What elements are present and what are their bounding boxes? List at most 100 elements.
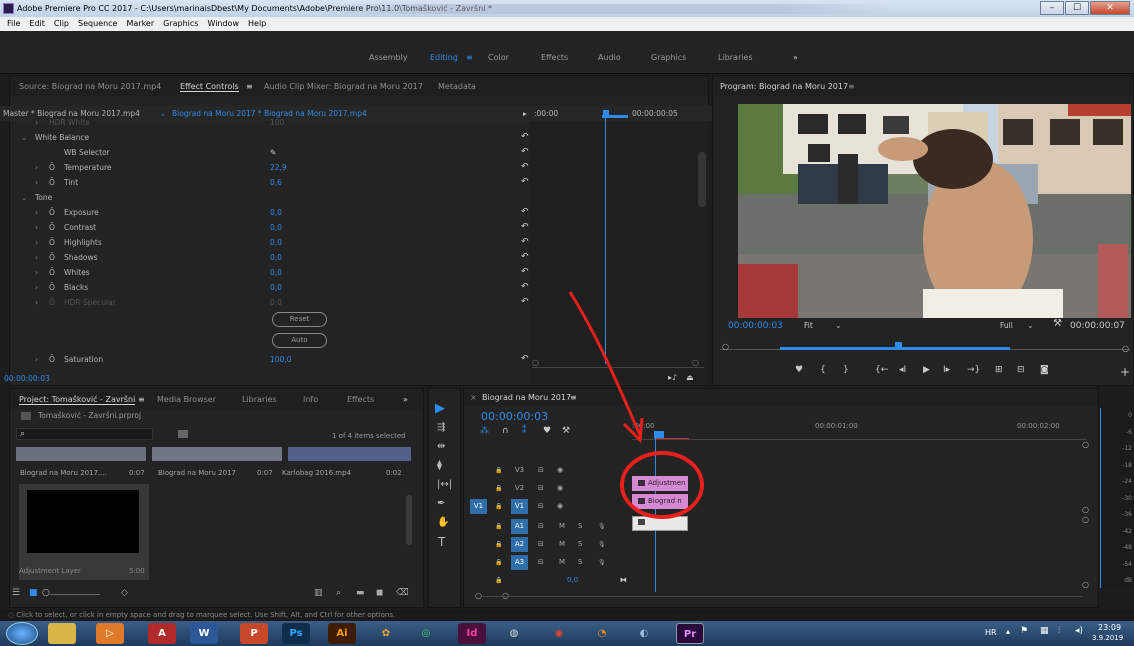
clock-time[interactable]: 23:09 — [1098, 623, 1121, 632]
ec-playhead-icon[interactable] — [603, 110, 609, 116]
expand-chevron-icon[interactable]: › — [35, 280, 38, 295]
master-volume-value[interactable]: 0,0 — [567, 573, 578, 588]
voiceover-record-icon[interactable]: 🎙 — [598, 537, 606, 552]
new-bin-icon[interactable]: ▬ — [356, 588, 365, 598]
sync-lock-icon[interactable]: ⊟ — [538, 519, 544, 534]
bridge-icon[interactable]: ✿ — [372, 623, 400, 644]
project-item-name[interactable]: Biograd na Moru 2017.... — [20, 469, 107, 477]
refresh-app-icon[interactable]: ◎ — [412, 623, 440, 644]
program-video-frame[interactable] — [738, 104, 1131, 318]
add-button-icon[interactable]: + — [1120, 365, 1130, 379]
effect-row-value[interactable]: 0,0 — [270, 295, 282, 310]
nest-toggle-icon[interactable]: ⁂ — [480, 426, 489, 436]
workspace-color[interactable]: Color — [488, 53, 509, 62]
close-button[interactable]: ✕ — [1090, 1, 1130, 15]
lift-icon[interactable]: ⊞ — [995, 365, 1003, 375]
ec-scrollbar[interactable] — [698, 152, 706, 207]
maximize-button[interactable]: ☐ — [1065, 1, 1089, 15]
audio-vscroll-icon[interactable]: ○ — [1082, 580, 1089, 589]
project-item-name[interactable]: Karlobag 2016.mp4 — [282, 469, 351, 477]
sync-lock-icon[interactable]: ⊟ — [538, 555, 544, 570]
extract-icon[interactable]: ⊟ — [1017, 365, 1025, 375]
automate-to-sequence-icon[interactable]: ▥ — [314, 588, 323, 598]
stopwatch-icon[interactable]: Ō — [49, 352, 55, 367]
workspace-graphics[interactable]: Graphics — [651, 53, 686, 62]
photoshop-icon[interactable]: Ps — [282, 623, 310, 644]
camera-icon[interactable]: ◙ — [1040, 365, 1049, 375]
volume-icon[interactable]: ◂) — [1075, 626, 1083, 636]
add-marker-icon[interactable]: ♥ — [795, 365, 803, 375]
workspace-libraries[interactable]: Libraries — [718, 53, 753, 62]
access-icon[interactable]: A — [148, 623, 176, 644]
sequence-tab[interactable]: Biograd na Moru 2017 — [482, 393, 571, 402]
expand-chevron-icon[interactable]: › — [35, 205, 38, 220]
auto-button[interactable]: Auto — [272, 333, 327, 348]
clip-thumbnail[interactable] — [152, 447, 282, 461]
tab-audio-clip-mixer[interactable]: Audio Clip Mixer: Biograd na Moru 2017 — [264, 82, 423, 91]
solo-track-icon[interactable]: S — [578, 555, 582, 570]
voiceover-record-icon[interactable]: 🎙 — [598, 519, 606, 534]
expand-chevron-icon[interactable]: › — [35, 115, 38, 130]
menu-clip[interactable]: Clip — [54, 17, 69, 31]
lock-track-icon[interactable]: 🔒 — [495, 463, 502, 478]
stopwatch-icon[interactable]: Ō — [49, 265, 55, 280]
program-time-ruler[interactable]: ○ ○ — [720, 342, 1130, 353]
ec-zoom-start-icon[interactable]: ○ — [532, 358, 539, 367]
track-select-tool-icon[interactable]: ⇶ — [437, 422, 445, 433]
reset-parameter-icon[interactable]: ↶ — [521, 145, 529, 160]
effect-row-value[interactable]: 100 — [270, 115, 284, 130]
timeline-zoom-start-icon[interactable]: ○ — [475, 591, 482, 600]
sync-lock-icon[interactable]: ⊟ — [538, 463, 544, 478]
play-icon[interactable]: ▶ — [923, 365, 930, 375]
hand-tool-icon[interactable]: ✋ — [437, 517, 449, 528]
clip-thumbnail[interactable] — [288, 447, 411, 461]
program-menu-icon[interactable]: ≡ — [848, 82, 855, 91]
add-marker-icon[interactable]: ♥ — [543, 426, 551, 436]
project-menu-icon[interactable]: ≡ — [138, 395, 145, 404]
zoom-slider-track[interactable] — [50, 594, 100, 595]
media-player-icon[interactable]: ▷ — [96, 623, 124, 644]
expand-chevron-icon[interactable]: › — [35, 295, 38, 310]
tab-project[interactable]: Project: Tomašković - Završni — [19, 395, 136, 405]
mute-track-icon[interactable]: M — [559, 519, 565, 534]
voiceover-record-icon[interactable]: 🎙 — [598, 555, 606, 570]
reset-parameter-icon[interactable]: ↶ — [521, 220, 529, 235]
show-hidden-icons-icon[interactable]: ▴ — [1006, 627, 1010, 636]
tab-libraries[interactable]: Libraries — [242, 395, 277, 404]
linked-selection-icon[interactable]: ⁑ — [522, 426, 527, 436]
expand-chevron-icon[interactable]: › — [35, 265, 38, 280]
trash-icon[interactable]: ⌫ — [396, 588, 409, 598]
lock-track-icon[interactable]: 🔒 — [495, 555, 502, 570]
chevron-down-icon[interactable]: ⌄ — [21, 130, 27, 145]
reset-parameter-icon[interactable]: ↶ — [521, 235, 529, 250]
snap-icon[interactable]: ∩ — [502, 426, 509, 436]
list-view-icon[interactable]: ☰ — [12, 588, 20, 598]
menu-marker[interactable]: Marker — [126, 17, 154, 31]
timeline-vscroll-top-icon[interactable]: ○ — [1082, 440, 1089, 449]
stopwatch-icon[interactable]: Ō — [49, 250, 55, 265]
menu-help[interactable]: Help — [248, 17, 266, 31]
reset-parameter-icon[interactable]: ↶ — [521, 130, 529, 145]
master-go-icon[interactable]: ⧓ — [620, 573, 627, 588]
type-tool-icon[interactable]: T — [438, 535, 445, 549]
pen-tool-icon[interactable]: ✒ — [437, 498, 445, 509]
workspace-editing[interactable]: Editing — [430, 53, 458, 62]
signal-icon[interactable]: ⫶ — [1058, 626, 1060, 636]
firefox-icon[interactable]: ◔ — [588, 623, 616, 644]
app-icon[interactable]: ◍ — [500, 623, 528, 644]
wrench-icon[interactable]: ⚒ — [1053, 318, 1062, 329]
clock-date[interactable]: 3.9.2019 — [1092, 634, 1123, 642]
program-work-area[interactable] — [780, 347, 1010, 350]
track-name[interactable]: V2 — [511, 481, 528, 496]
reset-parameter-icon[interactable]: ↶ — [521, 250, 529, 265]
effect-row-value[interactable]: 0,6 — [270, 175, 282, 190]
step-forward-icon[interactable]: I▸ — [943, 365, 950, 375]
reset-parameter-icon[interactable]: ↶ — [521, 280, 529, 295]
project-scrollbar[interactable] — [406, 495, 412, 545]
saturation-value[interactable]: 100,0 — [270, 352, 291, 367]
menu-graphics[interactable]: Graphics — [163, 17, 198, 31]
effect-row-value[interactable]: 0,0 — [270, 280, 282, 295]
tab-source[interactable]: Source: Biograd na Moru 2017.mp4 — [19, 82, 161, 91]
solo-track-icon[interactable]: S — [578, 537, 582, 552]
mute-track-icon[interactable]: M — [559, 537, 565, 552]
